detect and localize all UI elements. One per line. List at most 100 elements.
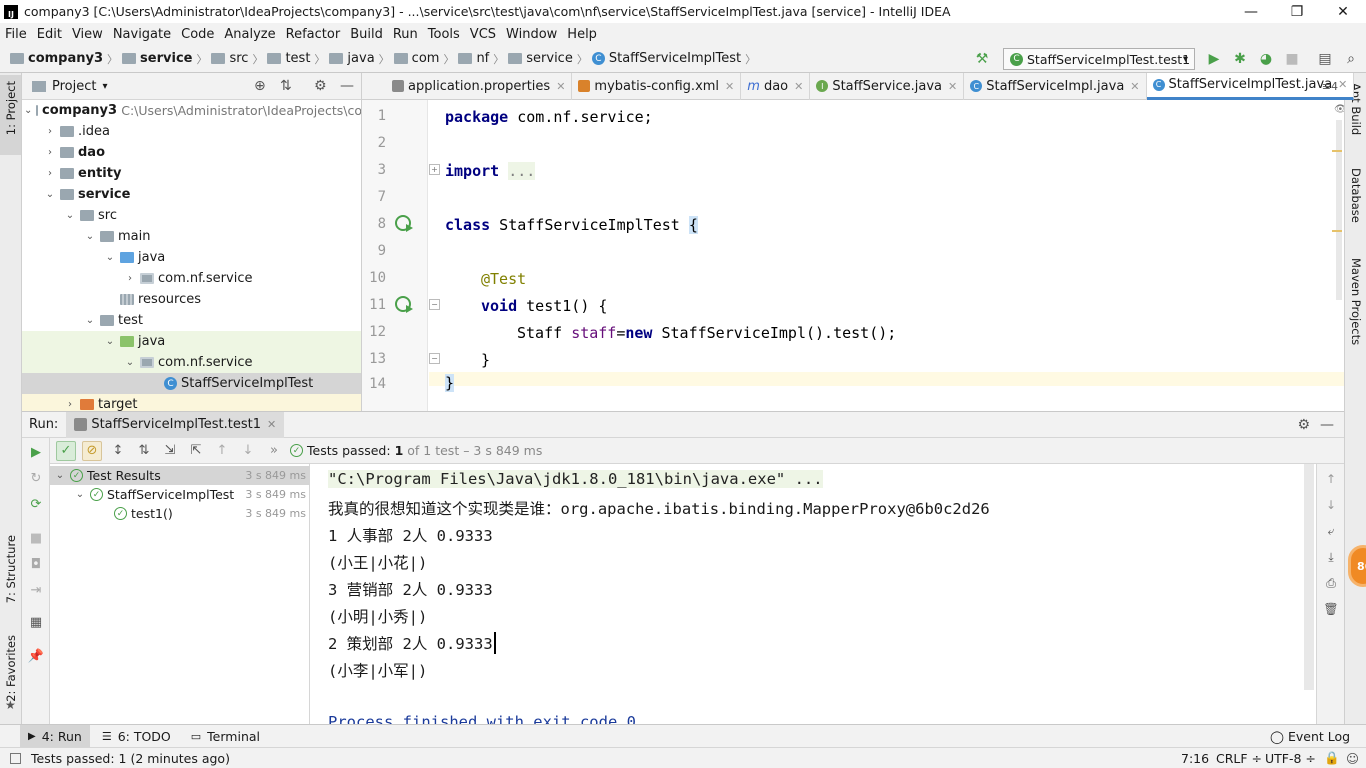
caret-position[interactable]: 7:16 [1181, 751, 1209, 766]
fold-collapse-icon[interactable]: − [429, 353, 440, 364]
sort-duration-icon[interactable]: ⇅ [134, 441, 154, 461]
tab-application-properties[interactable]: application.properties ✕ [362, 72, 573, 100]
tree-item-dao[interactable]: › dao [22, 142, 361, 163]
maximize-button[interactable]: ❐ [1274, 0, 1320, 23]
tool-window-structure[interactable]: 7: Structure [4, 535, 18, 603]
eye-icon[interactable]: 👁 [1334, 104, 1344, 115]
tree-item-test[interactable]: ⌄ test [22, 310, 361, 331]
run-tab[interactable]: StaffServiceImplTest.test1 ✕ [66, 411, 285, 438]
breadcrumb-item[interactable]: com 〉 [393, 51, 454, 67]
test-tree-method[interactable]: ✓ test1() 3 s 849 ms [50, 504, 310, 523]
fold-expand-icon[interactable]: + [429, 164, 440, 175]
tool-window-maven[interactable]: Maven Projects [1349, 258, 1363, 345]
menu-code[interactable]: Code [176, 27, 219, 42]
breadcrumb-item[interactable]: nf 〉 [458, 51, 504, 67]
previous-icon[interactable]: ↑ [212, 441, 232, 461]
scroll-to-end-icon[interactable]: ⤓ [1323, 550, 1339, 566]
show-ignored-icon[interactable]: ⊘ [82, 440, 102, 461]
tree-item-resources[interactable]: resources [22, 289, 361, 310]
event-log-button[interactable]: ◯ Event Log [1262, 725, 1358, 747]
close-icon[interactable]: ✕ [794, 80, 803, 93]
locate-icon[interactable]: ⊕ [254, 78, 266, 94]
editor-scrollbar[interactable] [1336, 120, 1342, 300]
hide-icon[interactable]: — [340, 78, 354, 94]
run-test-gutter-icon[interactable] [395, 215, 413, 232]
menu-help[interactable]: Help [562, 27, 602, 42]
warning-marker[interactable] [1332, 150, 1342, 152]
close-icon[interactable]: ✕ [725, 80, 734, 93]
menu-vcs[interactable]: VCS [465, 27, 501, 42]
tab-staff-service-impl[interactable]: C StaffServiceImpl.java ✕ [964, 72, 1147, 100]
breadcrumb-item[interactable]: test 〉 [267, 51, 325, 67]
menu-build[interactable]: Build [345, 27, 388, 42]
menu-refactor[interactable]: Refactor [281, 27, 346, 42]
tab-todo[interactable]: ☰ 6: TODO [94, 725, 179, 747]
tree-item-main-java[interactable]: ⌄ java [22, 247, 361, 268]
tree-item-main[interactable]: ⌄ main [22, 226, 361, 247]
tree-item-main-package[interactable]: › com.nf.service [22, 268, 361, 289]
test-tree-root[interactable]: ⌄ ✓ Test Results 3 s 849 ms [50, 466, 310, 485]
tree-item-entity[interactable]: › entity [22, 163, 361, 184]
export-icon[interactable]: ⇥ [28, 582, 44, 598]
menu-file[interactable]: File [0, 27, 32, 42]
tab-mybatis-config[interactable]: mybatis-config.xml ✕ [572, 72, 742, 100]
sort-alpha-icon[interactable]: ↕ [108, 441, 128, 461]
notification-badge[interactable]: 86 [1348, 545, 1366, 587]
project-panel-title[interactable]: Project [52, 79, 96, 94]
toggle-auto-test-icon[interactable]: ⟳ [28, 496, 44, 512]
breadcrumb-item[interactable]: C StaffServiceImplTest 〉 [591, 51, 756, 67]
status-toggle-icon[interactable] [10, 752, 21, 764]
tab-dao[interactable]: m dao ✕ [741, 72, 811, 100]
pin-icon[interactable]: 📌 [28, 648, 44, 664]
coverage-icon[interactable]: ◕ [1257, 50, 1275, 68]
breadcrumb-item[interactable]: java 〉 [329, 51, 390, 67]
inspector-icon[interactable]: ☺ [1346, 751, 1359, 766]
menu-window[interactable]: Window [501, 27, 562, 42]
tree-item-src[interactable]: ⌄ src [22, 205, 361, 226]
menu-navigate[interactable]: Navigate [108, 27, 176, 42]
tree-item-test-java[interactable]: ⌄ java [22, 331, 361, 352]
camera-icon[interactable]: ◘ [28, 556, 44, 572]
up-icon[interactable]: ↑ [1323, 472, 1339, 488]
close-button[interactable]: ✕ [1320, 0, 1366, 23]
search-icon[interactable]: ⌕ [1342, 50, 1360, 68]
line-separator[interactable]: CRLF ÷ [1216, 751, 1262, 766]
chevron-down-icon[interactable]: ▾ [102, 81, 107, 92]
menu-analyze[interactable]: Analyze [219, 27, 280, 42]
rerun-failed-icon[interactable]: ↻ [28, 470, 44, 486]
tree-item-target[interactable]: › target [22, 394, 361, 411]
trash-icon[interactable]: 🗑 [1323, 602, 1339, 618]
close-icon[interactable]: ✕ [267, 418, 276, 431]
console-output[interactable]: "C:\Program Files\Java\jdk1.8.0_181\bin\… [310, 464, 1316, 724]
close-icon[interactable]: ✕ [556, 80, 565, 93]
tool-window-project[interactable]: 1: Project [4, 81, 18, 135]
tree-item-idea[interactable]: › .idea [22, 121, 361, 142]
show-passed-icon[interactable]: ✓ [56, 440, 76, 461]
run-icon[interactable]: ▶ [1205, 50, 1223, 68]
menu-tools[interactable]: Tools [423, 27, 465, 42]
expand-all-icon[interactable]: ⇲ [160, 441, 180, 461]
breadcrumb-item[interactable]: company3 〉 [10, 51, 118, 67]
console-scrollbar[interactable] [1304, 464, 1314, 690]
rerun-icon[interactable]: ▶ [28, 444, 44, 460]
close-icon[interactable]: ✕ [1338, 78, 1347, 91]
run-test-gutter-icon[interactable] [395, 296, 413, 313]
stop-icon[interactable]: ■ [1283, 50, 1301, 68]
close-icon[interactable]: ✕ [1130, 80, 1139, 93]
hammer-icon[interactable]: ⚒ [973, 50, 991, 68]
breadcrumb-item[interactable]: service 〉 [122, 51, 207, 67]
tool-window-database[interactable]: Database [1349, 168, 1363, 223]
tab-list-button[interactable]: ≡4 [1322, 80, 1338, 93]
gear-icon[interactable]: ⚙ [1297, 417, 1310, 433]
close-icon[interactable]: ✕ [948, 80, 957, 93]
soft-wrap-icon[interactable]: ⤶ [1323, 524, 1339, 540]
tree-item-company3[interactable]: ⌄ company3 C:\Users\Administrator\IdeaPr… [22, 100, 361, 121]
breadcrumb-item[interactable]: service 〉 [508, 51, 588, 67]
more-icon[interactable]: » [264, 441, 284, 461]
test-tree-class[interactable]: ⌄ ✓ StaffServiceImplTest 3 s 849 ms [50, 485, 310, 504]
tree-item-test-class[interactable]: C StaffServiceImplTest [22, 373, 361, 394]
tab-run[interactable]: ▶ 4: Run [20, 725, 90, 747]
tab-staff-service[interactable]: I StaffService.java ✕ [810, 72, 965, 100]
debug-icon[interactable]: ✱ [1231, 50, 1249, 68]
tool-window-favorites[interactable]: 2: Favorites [4, 635, 18, 702]
